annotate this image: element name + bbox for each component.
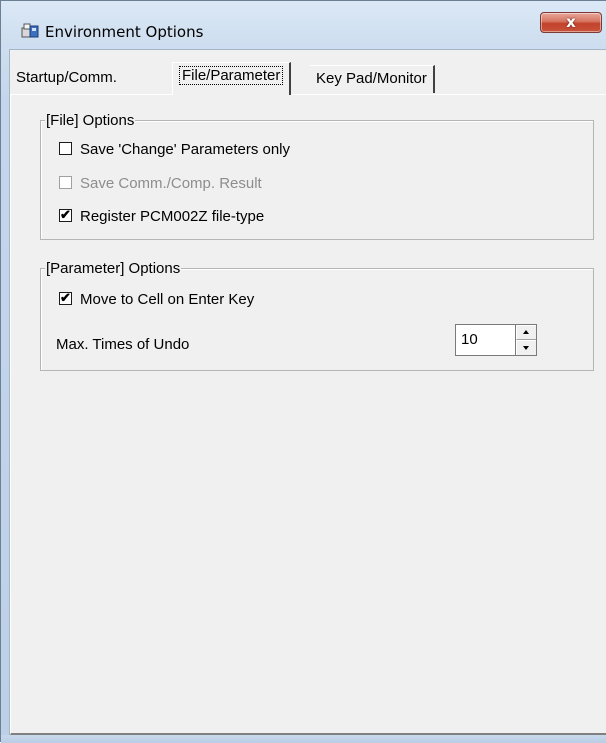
tab-panel-file-parameter: [File] Options Save 'Change' Parameters … <box>10 94 606 735</box>
app-icon <box>21 23 39 38</box>
max-undo-input[interactable]: 10 <box>455 324 515 356</box>
max-undo-spinner <box>515 324 537 356</box>
close-button[interactable]: x <box>540 12 602 33</box>
checkbox-label: Register PCM002Z file-type <box>80 208 265 225</box>
group-legend: [Parameter] Options <box>45 260 182 277</box>
save-change-parameters-checkbox[interactable]: Save 'Change' Parameters only <box>59 141 290 159</box>
max-undo-label: Max. Times of Undo <box>56 336 190 353</box>
tab-startup-comm[interactable]: Startup/Comm. <box>10 65 123 93</box>
parameter-options-group: [Parameter] Options ✔ Move to Cell on Ent… <box>40 260 594 371</box>
checkbox-label: Move to Cell on Enter Key <box>80 291 255 308</box>
checkbox-box[interactable]: ✔ <box>59 290 72 305</box>
tab-label: Key Pad/Monitor <box>316 70 427 87</box>
dialog-client-area: Startup/Comm. File/Parameter Key Pad/Mon… <box>9 49 606 735</box>
tab-label: Startup/Comm. <box>16 69 117 86</box>
check-mark-icon: ✔ <box>60 207 71 222</box>
environment-options-window: Environment Options x Startup/Comm. File… <box>0 0 606 743</box>
checkbox-box <box>59 176 72 189</box>
close-icon: x <box>566 13 576 31</box>
tab-label: File/Parameter <box>179 66 284 85</box>
title-bar[interactable]: Environment Options x <box>1 1 606 49</box>
register-file-type-checkbox[interactable]: ✔ Register PCM002Z file-type <box>59 207 265 226</box>
checkbox-box[interactable]: ✔ <box>59 207 72 222</box>
group-legend: [File] Options <box>45 112 136 129</box>
spin-up-button[interactable] <box>516 325 536 340</box>
file-options-group: [File] Options Save 'Change' Parameters … <box>40 112 594 240</box>
check-mark-icon: ✔ <box>60 290 71 305</box>
tab-file-parameter[interactable]: File/Parameter <box>172 62 292 95</box>
checkbox-label: Save Comm./Comp. Result <box>80 175 262 192</box>
spin-down-button[interactable] <box>516 340 536 355</box>
checkbox-label: Save 'Change' Parameters only <box>80 141 291 158</box>
move-to-cell-checkbox[interactable]: ✔ Move to Cell on Enter Key <box>59 290 255 309</box>
window-title: Environment Options <box>45 23 204 41</box>
tab-key-pad-monitor[interactable]: Key Pad/Monitor <box>310 65 435 93</box>
checkbox-box[interactable] <box>59 142 72 155</box>
save-comm-comp-result-checkbox: Save Comm./Comp. Result <box>59 175 262 193</box>
